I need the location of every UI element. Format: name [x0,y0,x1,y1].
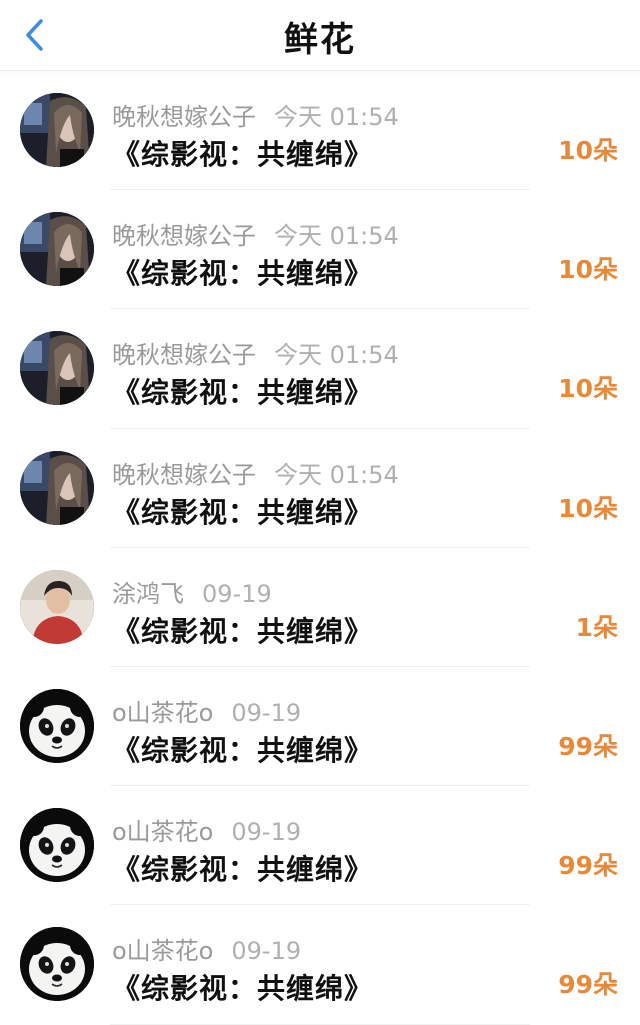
username[interactable]: 晚秋想嫁公子 [112,341,256,369]
avatar[interactable] [20,331,94,406]
avatar[interactable] [20,688,94,763]
work-title: 《综影视：共缠绵》 [112,853,374,887]
flower-record-row[interactable]: 涂鸿飞 09-19 《综影视：共缠绵》 1朵 [0,548,640,668]
flower-count: 10朵 [558,255,618,285]
timestamp: 09-19 [231,818,302,847]
work-title: 《综影视：共缠绵》 [112,376,374,410]
flower-count: 10朵 [558,493,618,523]
avatar[interactable] [20,93,94,167]
flower-count: 99朵 [558,851,618,881]
flower-record-row[interactable]: o山茶花o 09-19 《综影视：共缠绵》 99朵 [0,786,640,906]
username[interactable]: o山茶花o [112,699,213,727]
timestamp: 今天 01:54 [274,222,399,251]
row-meta: 晚秋想嫁公子 今天 01:54 [112,335,399,370]
flower-record-row[interactable]: 晚秋想嫁公子 今天 01:54 《综影视：共缠绵》 10朵 [0,309,640,429]
row-meta: 涂鸿飞 09-19 [112,574,272,609]
timestamp: 09-19 [231,937,302,966]
username[interactable]: 晚秋想嫁公子 [112,222,256,250]
timestamp: 今天 01:54 [274,460,399,489]
avatar[interactable] [20,212,94,287]
work-title: 《综影视：共缠绵》 [112,138,374,171]
username[interactable]: 涂鸿飞 [112,580,184,608]
avatar[interactable] [20,450,94,525]
flower-count: 1朵 [575,612,618,642]
timestamp: 09-19 [231,698,302,727]
row-meta: o山茶花o 09-19 [112,931,301,966]
flower-record-row[interactable]: o山茶花o 09-19 《综影视：共缠绵》 99朵 [0,905,640,1025]
timestamp: 09-19 [202,579,272,608]
flower-record-list: 晚秋想嫁公子 今天 01:54 《综影视：共缠绵》 10朵 晚秋想嫁公子 今天 01:5… [0,71,640,1025]
flower-record-row[interactable]: o山茶花o 09-19 《综影视：共缠绵》 99朵 [0,667,640,787]
flower-record-row[interactable]: 晚秋想嫁公子 今天 01:54 《综影视：共缠绵》 10朵 [0,190,640,310]
row-meta: 晚秋想嫁公子 今天 01:54 [112,216,399,251]
username[interactable]: o山茶花o [112,818,213,846]
row-meta: o山茶花o 09-19 [112,693,301,728]
avatar[interactable] [20,569,94,644]
row-meta: o山茶花o 09-19 [112,812,301,847]
nav-bar: 鲜花 [0,0,640,71]
flower-count: 10朵 [558,374,618,404]
username[interactable]: 晚秋想嫁公子 [112,461,256,489]
timestamp: 今天 01:54 [274,103,399,131]
page-title: 鲜花 [284,20,356,60]
timestamp: 今天 01:54 [274,341,399,370]
flower-record-row[interactable]: 晚秋想嫁公子 今天 01:54 《综影视：共缠绵》 10朵 [0,429,640,548]
flower-count: 99朵 [558,731,618,761]
work-title: 《综影视：共缠绵》 [112,257,374,291]
username[interactable]: 晚秋想嫁公子 [112,103,256,131]
work-title: 《综影视：共缠绵》 [112,972,374,1006]
flower-count: 99朵 [558,970,618,1000]
work-title: 《综影视：共缠绵》 [112,614,374,648]
avatar[interactable] [20,808,94,883]
work-title: 《综影视：共缠绵》 [112,733,374,767]
work-title: 《综影视：共缠绵》 [112,495,374,529]
row-meta: 晚秋想嫁公子 今天 01:54 [112,455,399,490]
avatar[interactable] [20,927,94,1002]
flower-record-row[interactable]: 晚秋想嫁公子 今天 01:54 《综影视：共缠绵》 10朵 [0,71,640,191]
row-meta: 晚秋想嫁公子 今天 01:54 [112,97,399,132]
flower-count: 10朵 [558,136,618,165]
username[interactable]: o山茶花o [112,937,213,965]
